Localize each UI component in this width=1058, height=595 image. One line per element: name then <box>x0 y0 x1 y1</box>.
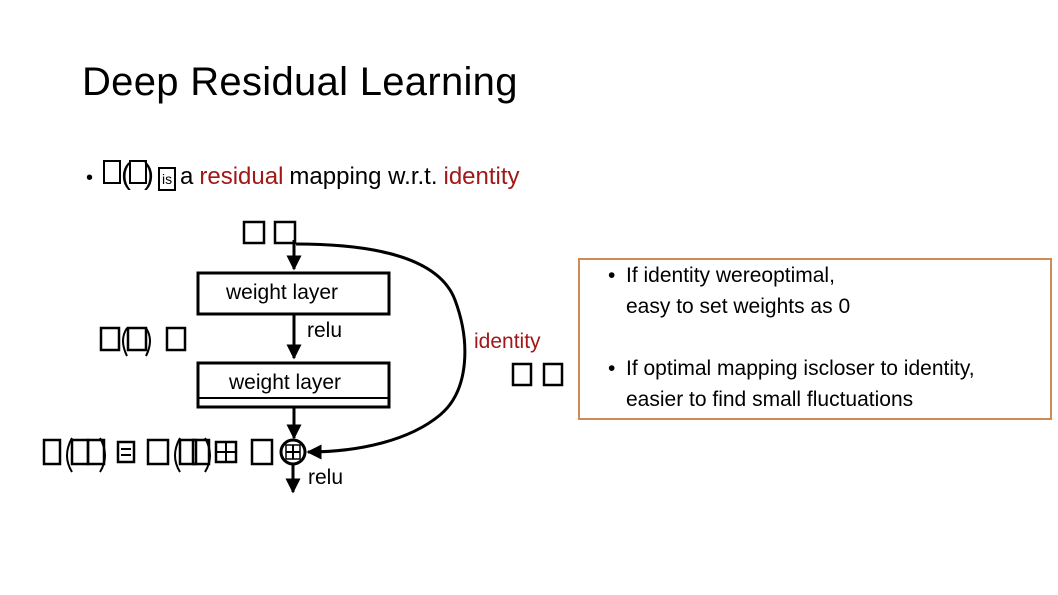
weight-layer-1-label: weight layer <box>226 281 339 304</box>
weight-layer-2-label: weight layer <box>229 371 342 394</box>
callout-list: • If identity wereoptimal, easy to set w… <box>580 260 1050 415</box>
identity-x-label <box>511 362 564 387</box>
callout-item-2-line2: easier to find small fluctuations <box>626 388 914 411</box>
callout-item-2-line1: If optimal mapping iscloser to identity, <box>626 357 975 380</box>
bullet-dot: • <box>608 264 616 287</box>
relu-1-label: relu <box>307 319 343 342</box>
callout-box: • If identity wereoptimal, easy to set w… <box>578 258 1052 420</box>
output-equation <box>42 437 274 473</box>
callout-item-1: • If identity wereoptimal, easy to set w… <box>580 260 1050 322</box>
fx-label <box>99 326 187 357</box>
callout-item-2: • If optimal mapping iscloser to identit… <box>580 353 1050 415</box>
bullet-dot: • <box>608 357 616 380</box>
relu-2-label: relu <box>308 466 344 489</box>
input-x-label <box>242 220 297 245</box>
identity-label: identity <box>474 330 541 353</box>
callout-item-1-line2: easy to set weights as 0 <box>626 295 851 318</box>
callout-item-1-line1: If identity wereoptimal, <box>626 264 835 287</box>
